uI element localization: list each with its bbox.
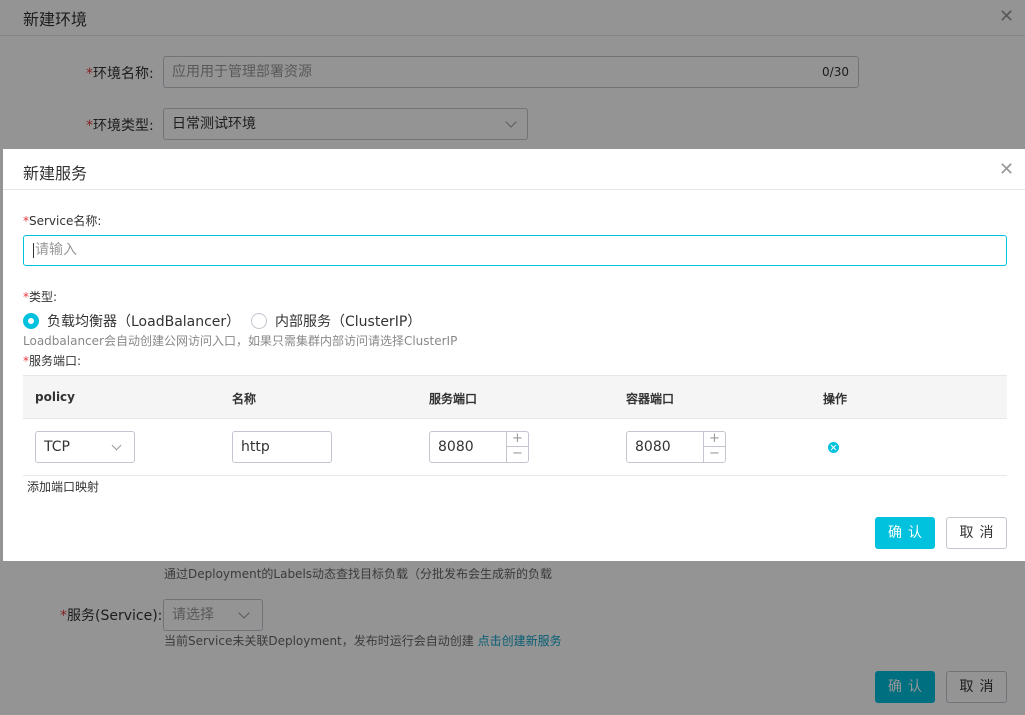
service-name-input[interactable]: 请输入	[23, 235, 1007, 266]
add-port-mapping-link[interactable]: 添加端口映射	[27, 478, 99, 495]
radio-loadbalancer[interactable]: 负载均衡器（LoadBalancer）	[23, 311, 240, 331]
radio-clusterip-label: 内部服务（ClusterIP）	[275, 314, 422, 330]
type-help: Loadbalancer会自动创建公网访问入口，如果只需集群内部访问请选择Clu…	[23, 334, 458, 348]
confirm-button[interactable]: 确认	[875, 517, 935, 549]
stepper-buttons: + −	[703, 432, 725, 462]
stepper-buttons: + −	[506, 432, 528, 462]
radio-loadbalancer-label: 负载均衡器（LoadBalancer）	[47, 314, 241, 330]
stepper-plus-icon[interactable]: +	[507, 432, 528, 447]
column-header-actions: 操作	[823, 392, 848, 406]
cancel-button[interactable]: 取消	[946, 517, 1007, 549]
radio-clusterip[interactable]: 内部服务（ClusterIP）	[251, 311, 421, 331]
radio-unchecked-icon	[251, 313, 267, 329]
column-header-policy: policy	[35, 390, 75, 404]
stepper-minus-icon[interactable]: −	[704, 447, 725, 462]
stepper-minus-icon[interactable]: −	[507, 447, 528, 462]
new-service-dialog: 新建服务 ✕ *Service名称: 请输入 *类型: 负载均衡器（LoadBa…	[3, 149, 1025, 561]
service-port-value: 8080	[438, 439, 474, 455]
delete-icon[interactable]	[828, 442, 839, 453]
service-name-label: *Service名称:	[23, 214, 102, 228]
policy-select[interactable]: TCP	[35, 431, 135, 463]
text-caret	[33, 242, 34, 258]
radio-checked-icon	[23, 313, 39, 329]
table-header: policy 名称 服务端口 容器端口 操作	[23, 375, 1007, 419]
dialog-title: 新建服务	[23, 164, 88, 183]
column-header-container-port: 容器端口	[626, 392, 675, 406]
service-port-stepper[interactable]: 8080 + −	[429, 431, 529, 463]
port-name-input[interactable]: http	[232, 431, 332, 463]
container-port-stepper[interactable]: 8080 + −	[626, 431, 726, 463]
column-header-name: 名称	[232, 392, 257, 406]
chevron-down-icon	[111, 440, 122, 451]
dialog-header: 新建服务 ✕	[3, 149, 1025, 190]
policy-value: TCP	[44, 439, 70, 455]
container-port-value: 8080	[635, 439, 671, 455]
type-label: *类型:	[23, 290, 58, 304]
service-name-placeholder: 请输入	[35, 242, 77, 258]
ports-label: *服务端口:	[23, 354, 82, 368]
close-icon[interactable]: ✕	[999, 161, 1014, 179]
table-row: TCP http 8080 + − 8080 + −	[23, 419, 1007, 476]
column-header-service-port: 服务端口	[429, 392, 478, 406]
stepper-plus-icon[interactable]: +	[704, 432, 725, 447]
